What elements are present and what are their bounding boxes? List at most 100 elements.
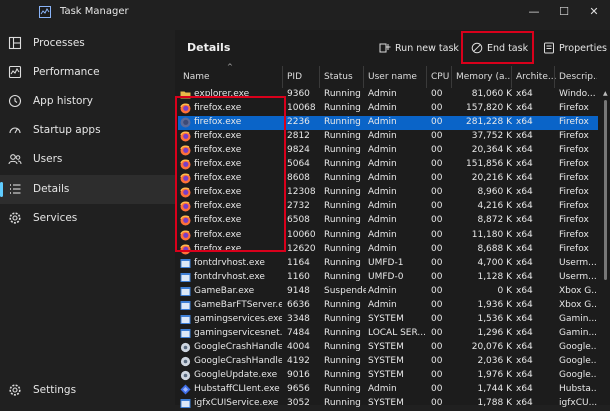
cell-pid: 4004 [287,341,310,352]
cell-name: gamingservicesnet.exe [194,327,282,338]
column-header-user[interactable]: User name [368,66,428,88]
column-divider[interactable] [319,66,320,88]
table-row[interactable]: GoogleCrashHandler.... 4192 Running SYSTEM 0… [178,355,598,369]
minimize-button[interactable]: — [519,0,549,26]
table-row[interactable]: firefox.exe 12308 Running Admin 00 8,960 K x64… [178,186,598,200]
sidebar-item-details[interactable]: Details [0,175,175,204]
table-row[interactable]: firefox.exe 9824 Running Admin 00 20,364 K x64… [178,144,598,158]
cell-cpu: 00 [431,159,443,170]
cell-arch: x64 [516,229,533,240]
cell-mem: 4,216 K [477,201,512,212]
close-button[interactable]: ✕ [579,0,609,26]
maximize-button[interactable]: ☐ [549,0,579,26]
application-window-icon [180,314,191,324]
cell-user: Admin [368,89,397,99]
cell-name: firefox.exe [194,187,242,198]
sidebar-item-users[interactable]: Users [0,145,175,174]
column-header-mem[interactable]: Memory (a... [456,66,512,88]
sidebar-item-label: Services [33,212,78,224]
cell-user: Admin [368,131,397,142]
table-row[interactable]: GameBarFTServer.exe 6636 Running Admin 00 1,9… [178,299,598,313]
column-divider[interactable] [511,66,512,88]
cell-cpu: 00 [431,103,443,114]
cell-cpu: 00 [431,215,443,226]
cell-pid: 4192 [287,355,310,366]
column-header-status[interactable]: Status [324,66,366,88]
cell-pid: 7484 [287,327,310,338]
sidebar-item-app-history[interactable]: App history [0,87,175,116]
process-table: Name PID Status User name CPU Memory (a... Arc… [175,63,610,409]
sidebar-item-label: Processes [33,37,85,49]
table-row[interactable]: firefox.exe 5064 Running Admin 00 151,856 K x6… [178,158,598,172]
cell-status: Running [324,131,361,142]
scroll-up-icon[interactable]: ▲ [603,90,608,97]
column-divider[interactable] [554,66,555,88]
table-row[interactable]: GameBar.exe 9148 SuspendedAdmin 00 0 Kx64 Xbo… [178,285,598,299]
window-title: Task Manager [60,6,129,17]
cell-name: firefox.exe [194,215,242,226]
table-row[interactable]: GoogleUpdate.exe 9016 Running SYSTEM 00 1,976… [178,369,598,383]
cell-desc: Userm... [559,257,597,268]
column-divider[interactable] [363,66,364,88]
cell-user: Admin [368,145,397,156]
column-header-pid[interactable]: PID [287,66,322,88]
column-header-arch[interactable]: Archite... [516,66,556,88]
table-row[interactable]: gamingservicesnet.exe 7484 Running LOCAL SE… [178,327,598,341]
table-row[interactable]: GoogleCrashHandler.... 4004 Running SYSTEM 0… [178,341,598,355]
column-header-desc[interactable]: Descrip... [559,66,597,88]
table-row[interactable]: gamingservices.exe 3348 Running SYSTEM 00 1,5… [178,313,598,327]
cell-mem: 4,700 K [477,257,512,268]
table-row[interactable]: firefox.exe 12620 Running Admin 00 8,688 K x64… [178,243,598,257]
firefox-icon [180,145,191,156]
column-header-name[interactable]: Name [183,66,283,88]
table-row[interactable]: firefox.exe 2732 Running Admin 00 4,216 K x64 F… [178,200,598,214]
highlight-box-end-task [461,31,534,64]
users-icon [8,154,22,165]
table-row[interactable]: firefox.exe 6508 Running Admin 00 8,872 K x64 F… [178,214,598,228]
cell-arch: x64 [516,243,533,254]
cell-mem: 1,128 K [477,271,512,282]
cell-arch: x64 [516,145,533,156]
table-row[interactable]: HubstaffCLIent.exe 9656 Running Admin 00 1,74… [178,383,598,397]
cell-pid: 10068 [287,103,316,114]
table-row[interactable]: firefox.exe 2236 Running Admin 00 281,228 K x6… [178,116,598,131]
page-title: Details [187,41,231,54]
column-divider[interactable] [426,66,427,88]
firefox-icon [180,201,191,212]
run-new-task-button[interactable]: Run new task [373,33,459,63]
properties-button[interactable]: Properties [537,33,609,63]
table-row[interactable]: firefox.exe 10060 Running Admin 00 11,180 K x6… [178,229,598,243]
cell-user: Admin [368,285,397,296]
application-window-icon [180,399,191,409]
table-row[interactable]: explorer.exe 9360 Running Admin 00 81,060 K x6… [178,88,598,102]
scrollbar-thumb[interactable] [604,100,607,280]
table-row[interactable]: firefox.exe 8608 Running Admin 00 20,216 K x64… [178,172,598,186]
cell-mem: 1,788 K [477,398,512,409]
cell-pid: 12620 [287,243,316,254]
sidebar-item-startup-apps[interactable]: Startup apps [0,116,175,145]
application-window-icon [180,300,191,310]
sidebar-item-settings[interactable]: Settings [0,376,175,405]
column-divider[interactable] [282,66,283,88]
table-row[interactable]: fontdrvhost.exe 1164 Running UMFD-1 00 4,700 … [178,257,598,271]
cell-arch: x64 [516,370,533,380]
column-header-cpu[interactable]: CPU [431,66,453,88]
table-row[interactable]: firefox.exe 10068 Running Admin 00 157,820 K x… [178,102,598,116]
cell-pid: 6636 [287,299,310,310]
cell-mem: 2,036 K [477,355,512,366]
cell-cpu: 00 [431,173,443,184]
table-row[interactable]: firefox.exe 2812 Running Admin 00 37,752 K x64… [178,130,598,144]
table-row[interactable]: fontdrvhost.exe 1160 Running UMFD-0 00 1,128 … [178,271,598,285]
cell-status: Running [324,327,361,338]
google-update-icon [180,342,191,352]
vertical-scrollbar[interactable]: ▲ [602,88,609,405]
sidebar-item-processes[interactable]: Processes [0,29,175,58]
sidebar-item-services[interactable]: Services [0,204,175,233]
title-bar: Task Manager — ☐ ✕ [0,0,610,26]
table-row[interactable]: igfxCUIService.exe 3052 Running SYSTEM 00 1,7… [178,397,598,411]
sidebar-item-performance[interactable]: Performance [0,58,175,87]
cell-pid: 10060 [287,229,316,240]
column-divider[interactable] [451,66,452,88]
cell-status: Running [324,271,361,282]
firefox-icon [180,244,191,255]
